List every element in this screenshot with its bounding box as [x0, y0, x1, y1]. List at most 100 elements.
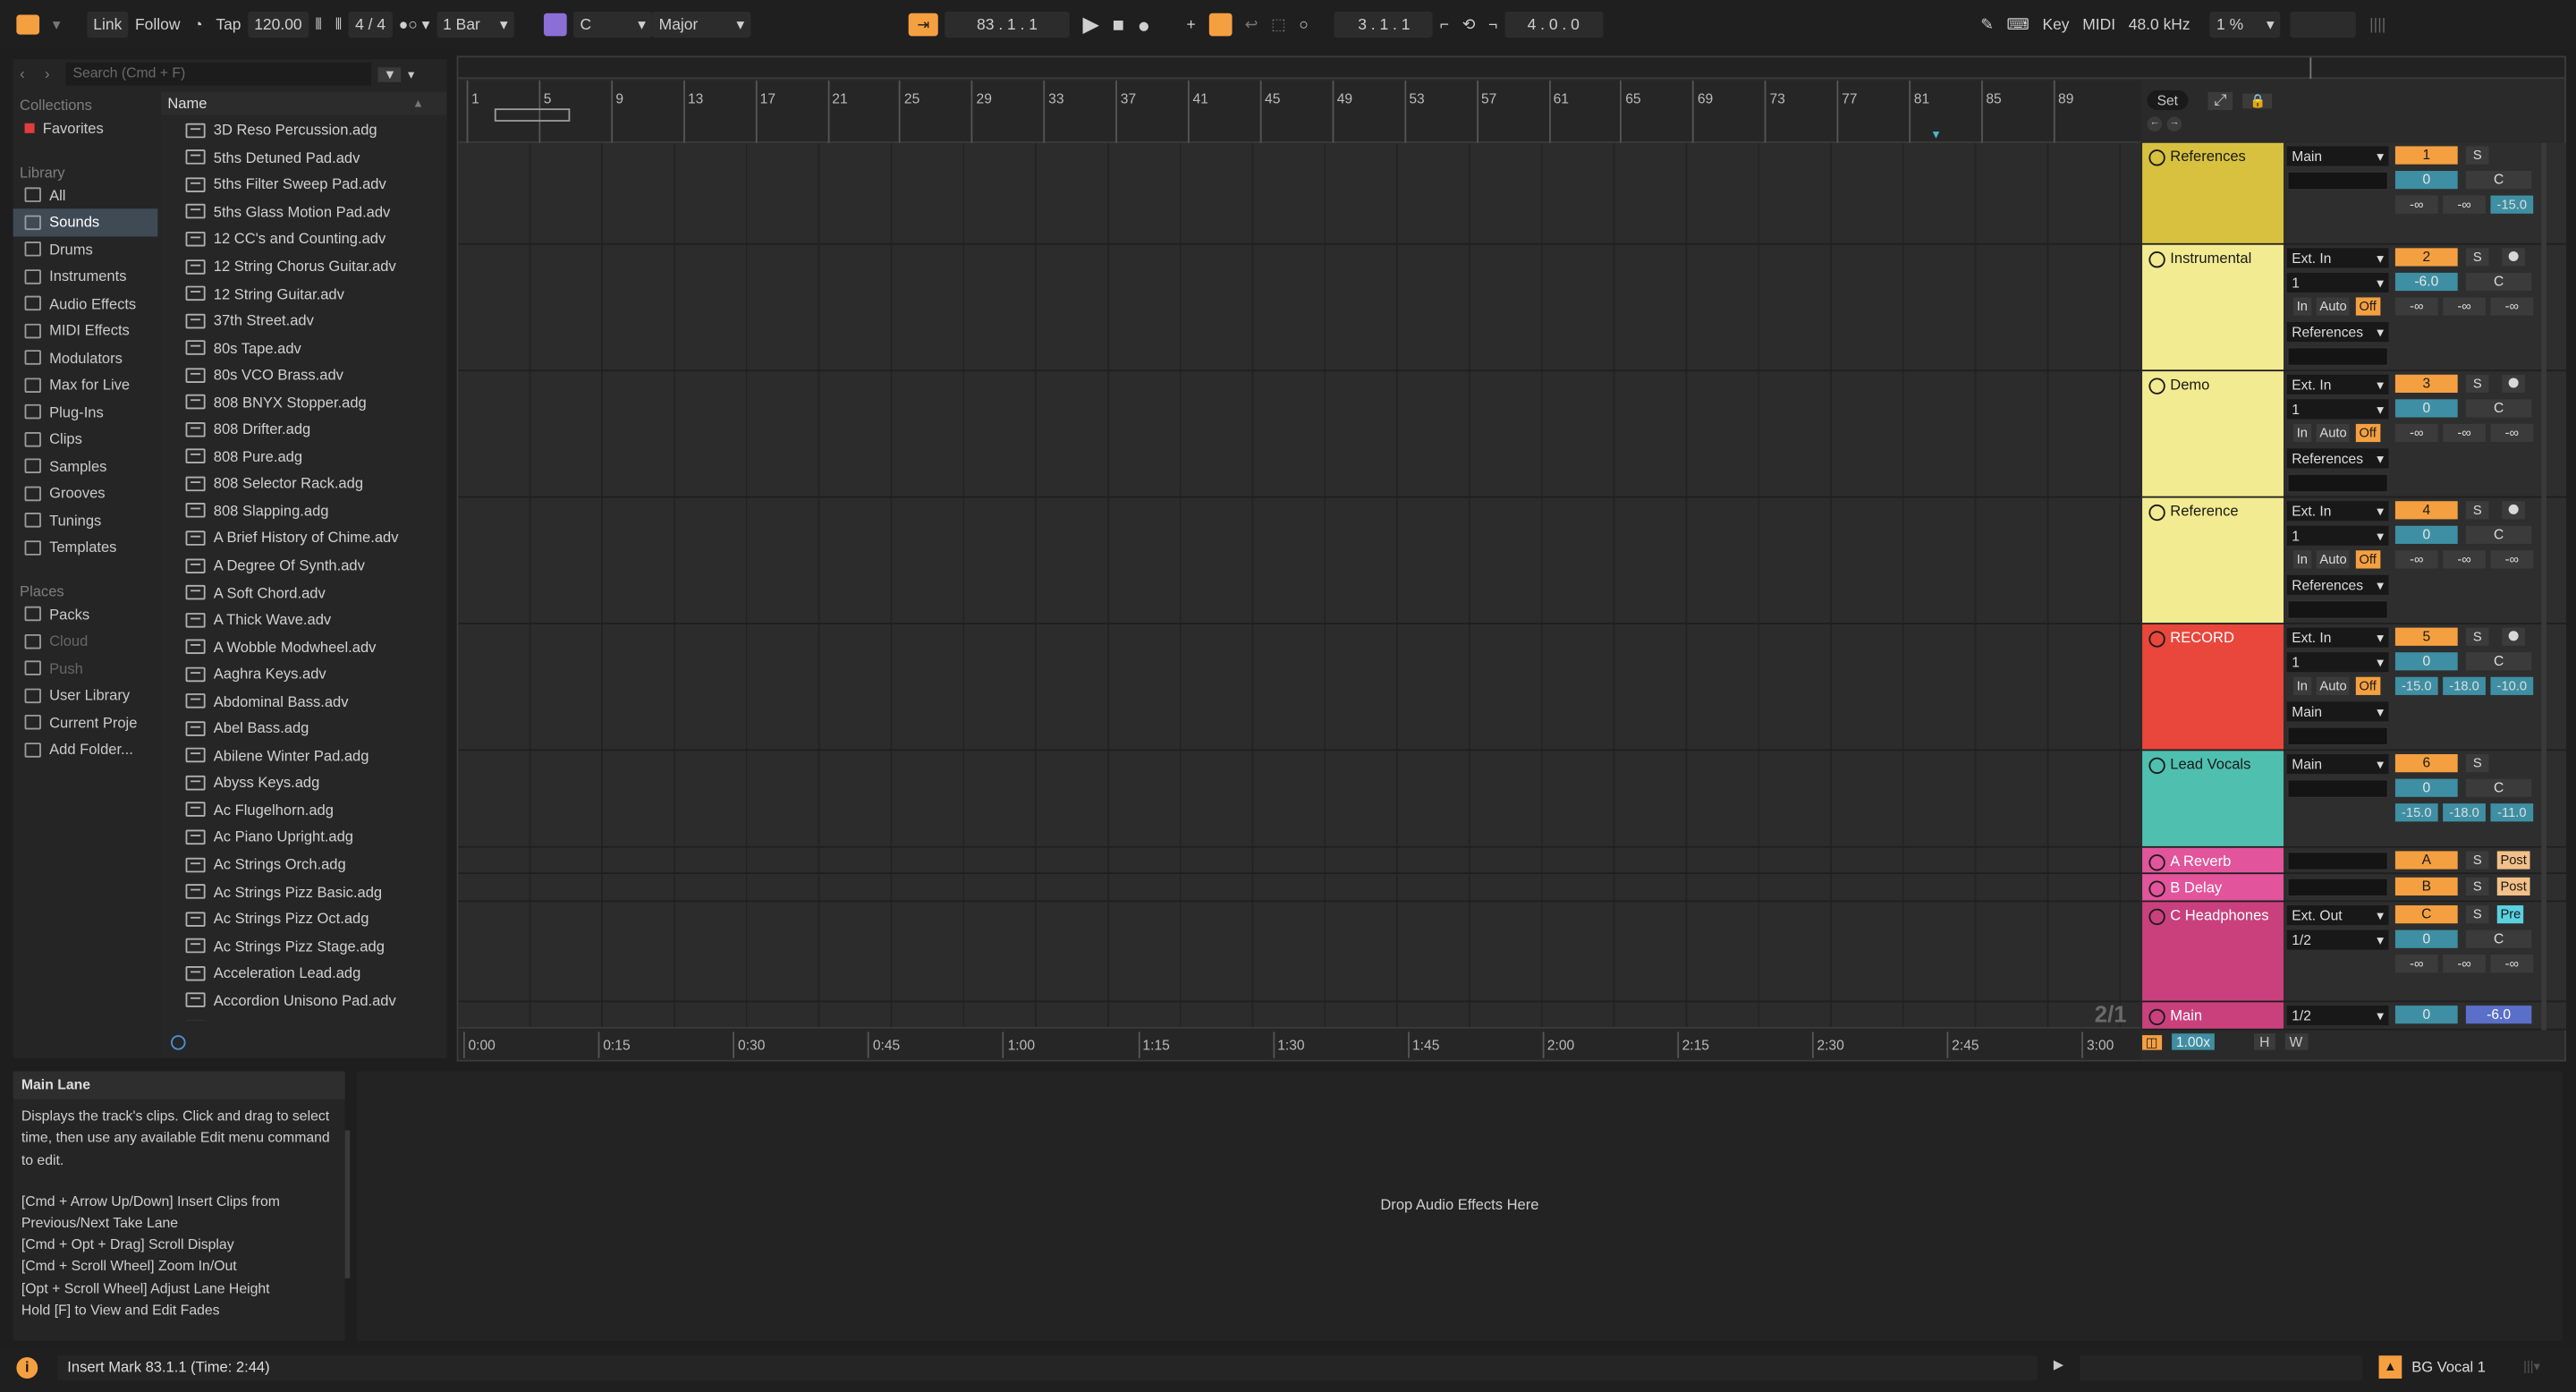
sidebar-item-current-proje[interactable]: Current Proje — [13, 709, 158, 736]
sidebar-item-tunings[interactable]: Tunings — [13, 507, 158, 534]
track-activator[interactable]: B — [2394, 877, 2458, 896]
fold-icon[interactable] — [2148, 757, 2165, 775]
chevron-down-icon[interactable]: ▾ — [408, 66, 414, 81]
peak-meter-readout[interactable]: -∞ — [2394, 195, 2438, 214]
tap-button[interactable]: Tap — [209, 12, 248, 38]
output-channel-menu[interactable] — [2286, 599, 2389, 620]
preview-icon[interactable] — [171, 1035, 186, 1050]
arm-button[interactable] — [2502, 248, 2526, 267]
track-activator[interactable]: 3 — [2394, 374, 2458, 393]
monitor-in-button[interactable]: In — [2293, 297, 2311, 316]
sidebar-item-clips[interactable]: Clips — [13, 426, 158, 453]
next-icon[interactable]: → — [2166, 116, 2182, 132]
list-item[interactable]: A Soft Chord.adv — [161, 579, 447, 606]
peak-meter-readout[interactable]: -10.0 — [2490, 676, 2534, 695]
warning-icon[interactable]: ▲ — [2378, 1355, 2402, 1379]
list-item[interactable]: A Wobble Modwheel.adv — [161, 633, 447, 660]
back-arrow-icon[interactable]: ‹ — [20, 65, 25, 83]
fold-icon[interactable] — [2148, 504, 2165, 522]
volume-field[interactable]: 0 — [2394, 929, 2458, 948]
monitor-off-button[interactable]: Off — [2355, 297, 2380, 316]
output-menu[interactable]: Main ▾ — [2286, 701, 2389, 722]
monitor-off-button[interactable]: Off — [2355, 676, 2380, 695]
output-menu[interactable]: Ext. Out ▾ — [2286, 905, 2389, 926]
input-type-menu[interactable]: Ext. In ▾ — [2286, 248, 2389, 268]
output-menu[interactable]: 1/2 ▾ — [2286, 1006, 2389, 1026]
list-item[interactable]: 5ths Detuned Pad.adv — [161, 144, 447, 171]
list-item[interactable]: Abdominal Bass.adv — [161, 688, 447, 715]
fold-icon[interactable] — [2148, 880, 2165, 897]
app-view-icon[interactable] — [10, 12, 46, 38]
list-item[interactable]: Ac Strings Orch.adg — [161, 851, 447, 878]
solo-button[interactable]: S — [2465, 501, 2489, 520]
follow-button[interactable]: Follow — [129, 12, 187, 38]
song-position-field[interactable]: 83 . 1 . 1 — [945, 11, 1070, 38]
list-item[interactable]: Ac Flugelhorn.adg — [161, 796, 447, 823]
monitor-in-button[interactable]: In — [2293, 550, 2311, 569]
list-item[interactable]: 3D Reso Percussion.adg — [161, 116, 447, 143]
peak-meter-readout[interactable]: -15.0 — [2490, 195, 2534, 214]
pan-field[interactable]: C — [2465, 525, 2532, 544]
sidebar-item-audio-effects[interactable]: Audio Effects — [13, 290, 158, 317]
track-activator[interactable]: 2 — [2394, 248, 2458, 267]
solo-button[interactable]: S — [2465, 146, 2489, 165]
track-activator[interactable]: 4 — [2394, 501, 2458, 520]
loop-start-field[interactable]: 3 . 1 . 1 — [1335, 11, 1434, 38]
arm-button[interactable] — [2502, 501, 2526, 520]
list-item[interactable]: A Brief History of Chime.adv — [161, 524, 447, 551]
output-channel-menu[interactable] — [2286, 171, 2389, 191]
output-channel-menu[interactable] — [2286, 472, 2389, 494]
list-item[interactable]: Ac Piano Upright.adg — [161, 824, 447, 851]
monitor-off-button[interactable]: Off — [2355, 423, 2380, 443]
peak-meter-readout[interactable]: -18.0 — [2443, 803, 2486, 822]
search-input[interactable]: Search (Cmd + F) — [66, 62, 372, 86]
nudge-down-icon[interactable]: ⦀ — [309, 12, 328, 38]
list-item[interactable]: A Thick Wave.adv — [161, 606, 447, 632]
list-item[interactable]: Accordion Unisono Pad.adv — [161, 987, 447, 1014]
peak-meter-readout[interactable]: -15.0 — [2394, 676, 2438, 695]
play-icon[interactable]: ▶ — [1076, 12, 1106, 38]
quantize-menu[interactable]: 1 Bar ▾ — [436, 11, 515, 38]
track-lane[interactable] — [458, 1002, 2141, 1031]
volume-field[interactable]: 0 — [2394, 652, 2458, 671]
monitor-auto-button[interactable]: Auto — [2316, 676, 2351, 695]
list-item[interactable]: 808 Slapping.adg — [161, 497, 447, 524]
peak-meter-readout[interactable]: -∞ — [2443, 423, 2486, 443]
output-channel-menu[interactable] — [2286, 778, 2389, 799]
sidebar-item-modulators[interactable]: Modulators — [13, 344, 158, 371]
punch-out-icon[interactable]: ¬ — [1482, 12, 1504, 38]
solo-button[interactable]: S — [2465, 877, 2489, 896]
monitor-auto-button[interactable]: Auto — [2316, 550, 2351, 569]
nudge-up-icon[interactable]: ⦀ — [328, 12, 348, 38]
monitor-in-button[interactable]: In — [2293, 423, 2311, 443]
metronome-toggle[interactable]: ●○ ▾ — [392, 12, 436, 38]
track-title[interactable]: RECORD — [2142, 624, 2284, 750]
key-map-button[interactable]: Key — [2036, 12, 2076, 38]
waveform-icon[interactable]: ◫ — [2142, 1034, 2162, 1049]
automation-arm-icon[interactable] — [1202, 12, 1238, 38]
peak-meter-readout[interactable]: -∞ — [2394, 297, 2438, 316]
metronome-icon[interactable]: ◔ — [187, 12, 209, 38]
w-button[interactable]: W — [2284, 1033, 2308, 1050]
track-activator[interactable]: C — [2394, 905, 2458, 924]
solo-button[interactable]: S — [2465, 248, 2489, 267]
fold-icon[interactable] — [2148, 908, 2165, 926]
sidebar-item-max-for-live[interactable]: Max for Live — [13, 371, 158, 398]
prev-icon[interactable]: ← — [2147, 116, 2163, 132]
time-ruler[interactable]: 0:00 0:15 0:30 0:45 1:00 1:15 1:30 1:45 2:00 2:15… — [458, 1026, 2141, 1060]
punch-in-icon[interactable]: ⌐ — [1433, 12, 1455, 38]
stop-icon[interactable]: ■ — [1106, 12, 1131, 38]
input-channel-menu[interactable]: 1 ▾ — [2286, 525, 2389, 546]
track-lanes[interactable] — [458, 142, 2141, 1031]
scale-mode-icon[interactable] — [538, 12, 573, 38]
midi-map-button[interactable]: MIDI — [2076, 12, 2123, 38]
list-item[interactable]: 808 Selector Rack.adg — [161, 470, 447, 497]
list-item[interactable]: 5ths Glass Motion Pad.adv — [161, 199, 447, 225]
track-lane[interactable] — [458, 874, 2141, 903]
name-column-header[interactable]: Name ▲ — [160, 91, 447, 115]
follow-arrow-icon[interactable]: ⇥ — [902, 12, 945, 38]
session-record-icon[interactable]: ○ — [1292, 12, 1315, 38]
overdub-icon[interactable]: + — [1180, 12, 1202, 38]
list-item[interactable]: A Degree Of Synth.adv — [161, 552, 447, 579]
list-item[interactable]: 12 CC's and Counting.adv — [161, 225, 447, 252]
